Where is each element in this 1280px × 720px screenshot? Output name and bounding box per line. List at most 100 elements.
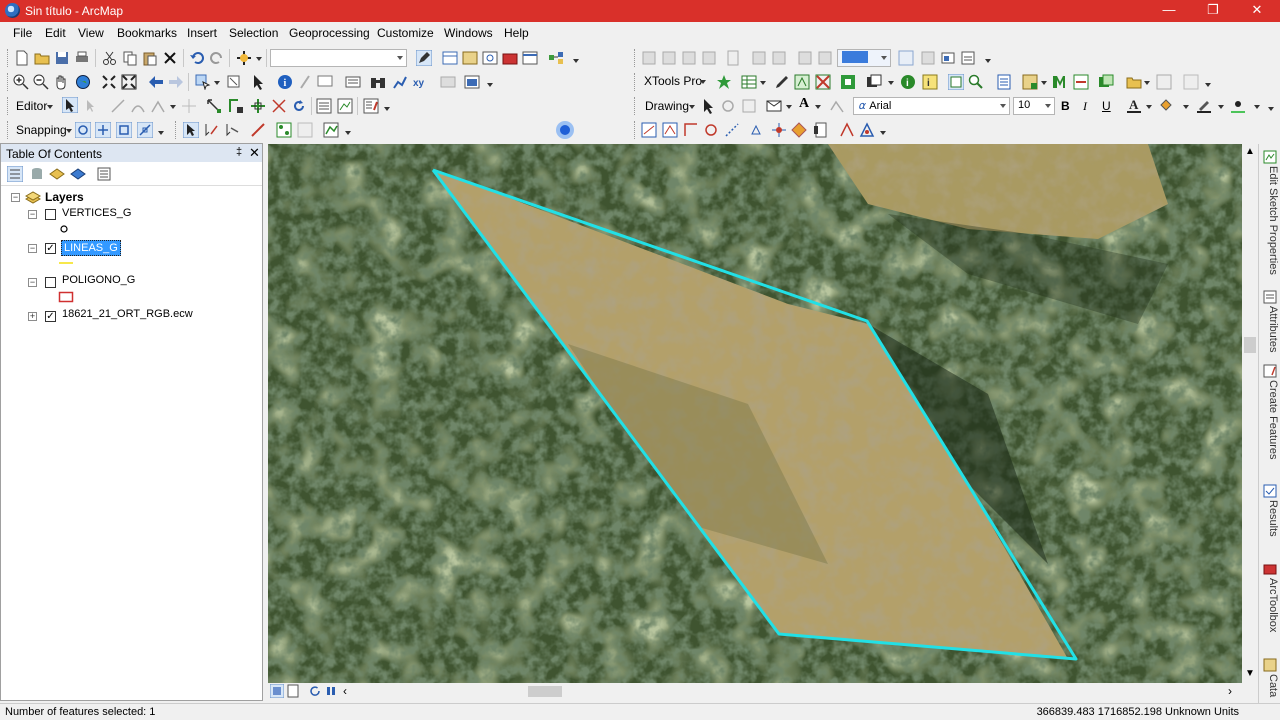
page-icon[interactable] — [725, 50, 741, 66]
html-popup-icon[interactable] — [317, 74, 333, 90]
editor-dropdown-arrow[interactable] — [47, 105, 53, 109]
xtools-merge-icon[interactable] — [1051, 74, 1067, 90]
paste-icon[interactable] — [142, 50, 158, 66]
layer-visibility-checkbox[interactable] — [45, 277, 56, 288]
clear-selection-icon[interactable] — [226, 74, 242, 90]
refresh-icon[interactable] — [308, 684, 322, 698]
curve-calculator-icon[interactable] — [703, 122, 719, 138]
xtools-edit-icon[interactable] — [774, 74, 790, 90]
toggle-draft-icon[interactable] — [898, 50, 914, 66]
maximize-button[interactable]: ❐ — [1190, 0, 1236, 22]
construction-dropdown-arrow[interactable] — [170, 105, 176, 109]
marker-color-dropdown-arrow[interactable] — [1254, 105, 1260, 109]
toolbar-options-arrow[interactable] — [880, 131, 886, 135]
line-color-dropdown-arrow[interactable] — [1218, 105, 1224, 109]
cut-icon[interactable] — [102, 50, 118, 66]
layout-view-icon[interactable] — [286, 684, 300, 698]
xtools-shape-converter-icon[interactable] — [840, 74, 856, 90]
proportion-icon[interactable] — [724, 122, 740, 138]
list-by-drawing-order-icon[interactable] — [7, 166, 23, 182]
cut-polygons-icon[interactable] — [250, 98, 266, 114]
layer-name-raster[interactable]: 18621_21_ORT_RGB.ecw — [62, 308, 193, 320]
georef-flip-icon[interactable] — [701, 50, 717, 66]
redo-icon[interactable] — [209, 50, 225, 66]
snapping-dropdown-arrow[interactable] — [66, 129, 72, 133]
xtools-table-dropdown-arrow[interactable] — [760, 81, 766, 85]
layout-fixed-zoom-icon[interactable] — [817, 50, 833, 66]
dock-tab-results[interactable]: Results — [1261, 500, 1279, 537]
minimize-button[interactable]: — — [1146, 0, 1192, 22]
xtools-table-tool-dropdown-arrow[interactable] — [1041, 81, 1047, 85]
create-features-icon[interactable] — [1263, 364, 1277, 378]
xtools-disabled-icon[interactable] — [1183, 74, 1199, 90]
create-viewer-icon[interactable] — [464, 74, 480, 90]
topology-edit-tool-icon[interactable] — [183, 122, 199, 138]
xtools-transfer-icon[interactable] — [1073, 74, 1089, 90]
xtools-erase-icon[interactable] — [815, 74, 831, 90]
italic-button[interactable]: I — [1083, 99, 1087, 114]
list-by-selection-icon[interactable] — [70, 166, 86, 182]
change-layout-icon[interactable] — [940, 50, 956, 66]
layout-zoom-icon[interactable] — [771, 50, 787, 66]
rotate-feature-icon[interactable] — [791, 122, 807, 138]
editor-menu[interactable]: Editor — [16, 99, 47, 113]
point-snapping-icon[interactable] — [75, 122, 91, 138]
toolbar-options-arrow[interactable] — [487, 83, 493, 87]
toc-close-button[interactable]: ✕ — [249, 145, 260, 161]
xtools-layer-copy-icon[interactable] — [1098, 74, 1114, 90]
menu-geoprocessing[interactable]: Geoprocessing — [289, 26, 370, 40]
horizontal-scroll-thumb[interactable] — [528, 686, 562, 697]
xtools-grid-icon[interactable] — [1156, 74, 1172, 90]
hyperlink-icon[interactable] — [297, 74, 313, 90]
list-by-source-icon[interactable] — [29, 166, 45, 182]
scroll-left-arrow[interactable]: ‹ — [343, 684, 347, 698]
scroll-right-arrow[interactable]: › — [1228, 684, 1232, 698]
point-symbol-icon[interactable] — [59, 224, 69, 234]
toolbar-options-arrow[interactable] — [1205, 83, 1211, 87]
undo-icon[interactable] — [189, 50, 205, 66]
xtools-split-icon[interactable] — [996, 74, 1012, 90]
xtools-folder-dropdown-arrow[interactable] — [1144, 81, 1150, 85]
georef-shift-icon[interactable] — [661, 50, 677, 66]
fixed-zoom-in-icon[interactable] — [101, 74, 117, 90]
dock-tab-attributes[interactable]: Attributes — [1261, 306, 1279, 352]
layer-name-vertices[interactable]: VERTICES_G — [62, 207, 132, 219]
editor-toolbar-icon[interactable] — [416, 50, 432, 66]
layer-name-poligono[interactable]: POLIGONO_G — [62, 274, 135, 286]
python-window-icon[interactable] — [522, 50, 538, 66]
print-icon[interactable] — [74, 50, 90, 66]
split-tool-icon[interactable] — [271, 98, 287, 114]
menu-file[interactable]: File — [13, 26, 32, 40]
layer-expand-toggle[interactable]: + — [28, 312, 37, 321]
font-name-combo[interactable]: ⍺ Arial — [853, 97, 1010, 115]
split-into-cogo-icon[interactable] — [683, 122, 699, 138]
layer-visibility-checkbox[interactable]: ✓ — [45, 243, 56, 254]
modify-edge-icon[interactable] — [203, 122, 219, 138]
rotate-icon[interactable] — [291, 98, 307, 114]
xtools-info-icon[interactable]: i — [900, 74, 916, 90]
menu-insert[interactable]: Insert — [187, 26, 217, 40]
font-color-icon[interactable]: A — [1126, 97, 1142, 113]
sketch-properties-icon[interactable] — [337, 98, 353, 114]
edit-tool-icon[interactable] — [62, 97, 78, 113]
save-icon[interactable] — [54, 50, 70, 66]
xtools-select-icon[interactable] — [948, 74, 964, 90]
toolbar-grip[interactable] — [7, 97, 10, 115]
cogo-icon[interactable] — [641, 122, 657, 138]
toolbar-grip[interactable] — [634, 73, 637, 91]
scroll-thumb[interactable] — [1244, 337, 1256, 353]
xtools-table-icon[interactable] — [741, 74, 757, 90]
time-slider-icon[interactable] — [440, 74, 456, 90]
shape-dropdown-arrow[interactable] — [786, 105, 792, 109]
parcel-construct-icon[interactable] — [859, 122, 875, 138]
add-data-icon[interactable] — [236, 50, 252, 66]
pause-drawing-icon[interactable] — [324, 684, 338, 698]
identify-icon[interactable]: i — [277, 74, 293, 90]
map-view[interactable] — [268, 144, 1242, 683]
select-elements-icon[interactable] — [700, 98, 716, 114]
report-icon[interactable] — [813, 122, 829, 138]
text-dropdown-arrow[interactable] — [815, 105, 821, 109]
select-features-icon[interactable] — [195, 74, 211, 90]
georef-rotate-icon[interactable] — [641, 50, 657, 66]
catalog-icon[interactable] — [462, 50, 478, 66]
